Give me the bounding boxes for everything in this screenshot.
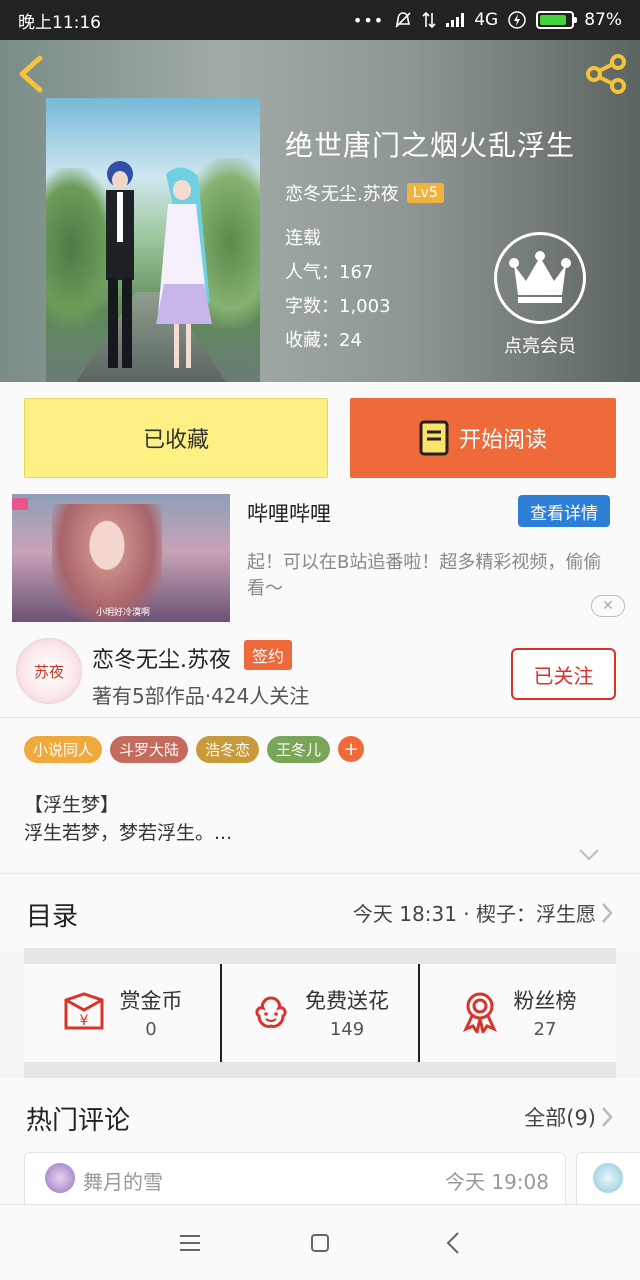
cover-boy-figure [106,161,134,368]
mute-icon [395,12,411,28]
stat-value: 27 [533,1018,557,1040]
author-name[interactable]: 恋冬无尘.苏夜 [285,180,399,206]
author-meta: 著有5部作品·424人关注 [92,684,310,708]
close-icon[interactable]: ✕ [591,595,625,617]
stat-reward[interactable]: ¥ 赏金币 0 [24,964,220,1062]
word-count: 字数：1,003 [285,296,391,317]
start-reading-label: 开始阅读 [458,428,547,453]
tag-item[interactable]: 王冬儿 [267,736,331,763]
signed-badge: 签约 [244,640,293,670]
back-icon[interactable] [440,1229,468,1257]
ad-description: 起！可以在B站追番啦！超多精彩视频，偷偷看～ [247,552,602,599]
serial-status: 连载 [285,228,321,249]
dots-icon: ••• [352,10,385,30]
share-icon [586,54,626,94]
svg-text:¥: ¥ [79,1013,88,1029]
book-header: 绝世唐门之烟火乱浮生 恋冬无尘.苏夜 Lv5 连载 人气：167 字数：1,00… [0,40,640,382]
bolt-icon [508,11,526,29]
vip-label: 点亮会员 [504,336,576,357]
action-bar: 已收藏 开始阅读 [0,382,640,492]
comment-user: 舞月的雪 [83,1170,163,1194]
stat-flower[interactable]: 免费送花 149 [220,964,418,1062]
status-bar: 晚上11:16 ••• 4G 87% [0,0,640,40]
home-icon[interactable] [306,1229,334,1257]
tags-intro-section: 小说同人 斗罗大陆 浩冬恋 王冬儿 + 【浮生梦】 浮生若梦，梦若浮生。... [0,718,640,874]
book-cover-image[interactable] [46,98,260,382]
section-divider [24,948,616,964]
status-time: 晚上11:16 [18,12,101,33]
ad-detail-button[interactable]: 查看详情 [518,495,610,527]
comment-time: 今天 19:08 [445,1170,549,1194]
tag-item[interactable]: 斗罗大陆 [110,736,189,763]
chevron-right-icon[interactable] [600,1106,614,1128]
author-row[interactable]: 恋冬无尘.苏夜 Lv5 [285,180,444,206]
network-type: 4G [474,10,499,30]
ad-title: 哔哩哔哩 [247,502,331,526]
ad-image-caption: 小明好冷漠啊 [96,608,151,618]
section-divider [24,1062,616,1078]
status-icons: ••• 4G 87% [353,10,622,30]
stat-label: 粉丝榜 [513,988,577,1013]
ribbon-icon [462,992,497,1033]
menu-icon[interactable] [176,1229,204,1257]
vip-button[interactable]: 点亮会员 [492,232,588,362]
author-card-name: 恋冬无尘.苏夜 [92,648,231,673]
level-badge: Lv5 [406,183,444,203]
battery-icon [536,11,578,29]
stat-value: 0 [145,1018,157,1040]
book-title: 绝世唐门之烟火乱浮生 [285,129,576,162]
latest-chapter: 今天 18:31 · 楔子：浮生愿 [352,902,596,926]
signal-icon [446,13,465,27]
tag-list: 小说同人 斗罗大陆 浩冬恋 王冬儿 + [24,736,365,763]
back-button[interactable] [14,54,50,94]
comment-card[interactable] [576,1152,640,1212]
add-tag-button[interactable]: + [338,736,365,762]
tag-item[interactable]: 浩冬恋 [196,736,260,763]
battery-percent: 87% [584,10,622,30]
coin-envelope-icon: ¥ [64,992,103,1030]
stat-fans[interactable]: 粉丝榜 27 [418,964,616,1062]
bilibili-logo-icon [12,498,28,510]
stat-value: 149 [329,1018,365,1040]
tag-item[interactable]: 小说同人 [24,736,103,763]
chevron-down-icon[interactable] [578,848,600,862]
flower-icon [255,996,287,1028]
catalog-title: 目录 [26,902,79,932]
share-button[interactable] [584,54,628,94]
avatar[interactable] [593,1163,623,1193]
hot-comments: 热门评论 全部(9) 舞月的雪 今天 19:08 [0,1078,640,1212]
intro-title: 【浮生梦】 [24,794,120,816]
comment-card[interactable]: 舞月的雪 今天 19:08 [24,1152,566,1212]
popularity: 人气：167 [285,262,374,283]
avatar-text: 苏夜 [33,662,64,681]
chevron-left-icon [19,55,43,93]
comments-title: 热门评论 [26,1106,131,1136]
chevron-right-icon [602,903,613,923]
cover-girl-figure [156,167,212,368]
all-comments-link[interactable]: 全部(9) [524,1102,596,1132]
avatar[interactable]: 苏夜 [16,638,82,704]
follow-button[interactable]: 已关注 [511,648,616,700]
book-icon [419,420,449,456]
stat-label: 免费送花 [305,988,389,1013]
stats-row: ¥ 赏金币 0 免费送花 149 粉丝榜 27 [24,964,616,1062]
start-reading-button[interactable]: 开始阅读 [350,398,616,478]
favorite-count: 收藏：24 [285,330,362,351]
author-card[interactable]: 苏夜 恋冬无尘.苏夜 签约 著有5部作品·424人关注 已关注 [0,628,640,718]
ad-image[interactable]: 小明好冷漠啊 [12,494,230,622]
crown-icon [509,251,571,303]
catalog-row[interactable]: 目录 今天 18:31 · 楔子：浮生愿 [0,874,640,952]
intro-text: 浮生若梦，梦若浮生。... [24,822,233,844]
data-transfer-icon [422,11,436,29]
avatar[interactable] [45,1163,75,1193]
ad-banner[interactable]: 小明好冷漠啊 哔哩哔哩 查看详情 起！可以在B站追番啦！超多精彩视频，偷偷看～ … [0,492,640,628]
favorite-button[interactable]: 已收藏 [24,398,328,478]
system-nav-bar [0,1204,640,1280]
stat-label: 赏金币 [119,988,183,1013]
